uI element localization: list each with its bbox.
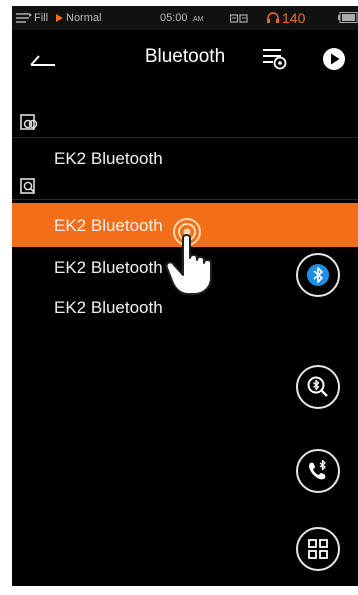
bluetooth-search-icon [307, 376, 328, 397]
device-name: EK2 Bluetooth [54, 298, 163, 317]
paired-device-item[interactable]: EK2 Bluetooth [12, 138, 358, 178]
status-bar: Fill Normal 05:00 AM 140 [12, 6, 358, 30]
play-mode-label: Normal [66, 12, 102, 24]
filter-settings-icon[interactable] [261, 47, 289, 71]
grid-menu-button[interactable] [296, 527, 340, 571]
header: Bluetooth [12, 30, 358, 86]
device-name: EK2 Bluetooth [54, 149, 163, 168]
clock: 05:00 [160, 12, 188, 24]
headphone-icon [267, 12, 279, 23]
page-title: Bluetooth [144, 46, 226, 67]
clock-ampm: AM [193, 16, 204, 23]
bluetooth-call-icon [309, 459, 326, 480]
paired-devices-icon [20, 114, 38, 130]
bluetooth-call-button[interactable] [296, 449, 340, 493]
battery-icon [338, 12, 358, 23]
playlist-label: Fill [34, 12, 49, 24]
bluetooth-toggle-button[interactable] [296, 253, 340, 297]
device-screen: Fill Normal 05:00 AM 140 Bluetooth EK2 B… [12, 6, 358, 586]
bluetooth-search-button[interactable] [296, 365, 340, 409]
section-divider [12, 199, 358, 200]
playlist-icon [16, 13, 32, 23]
bluetooth-icon [307, 264, 329, 286]
play-icon[interactable] [322, 47, 346, 71]
grid-menu-icon [308, 539, 328, 559]
equalizer-icon [230, 14, 248, 23]
volume-level: 140 [282, 10, 306, 26]
device-name: EK2 Bluetooth [54, 258, 163, 277]
device-name: EK2 Bluetooth [54, 216, 163, 235]
tap-hand-pointer-icon [165, 218, 212, 295]
play-state-icon [56, 14, 63, 22]
search-devices-icon [20, 178, 35, 194]
